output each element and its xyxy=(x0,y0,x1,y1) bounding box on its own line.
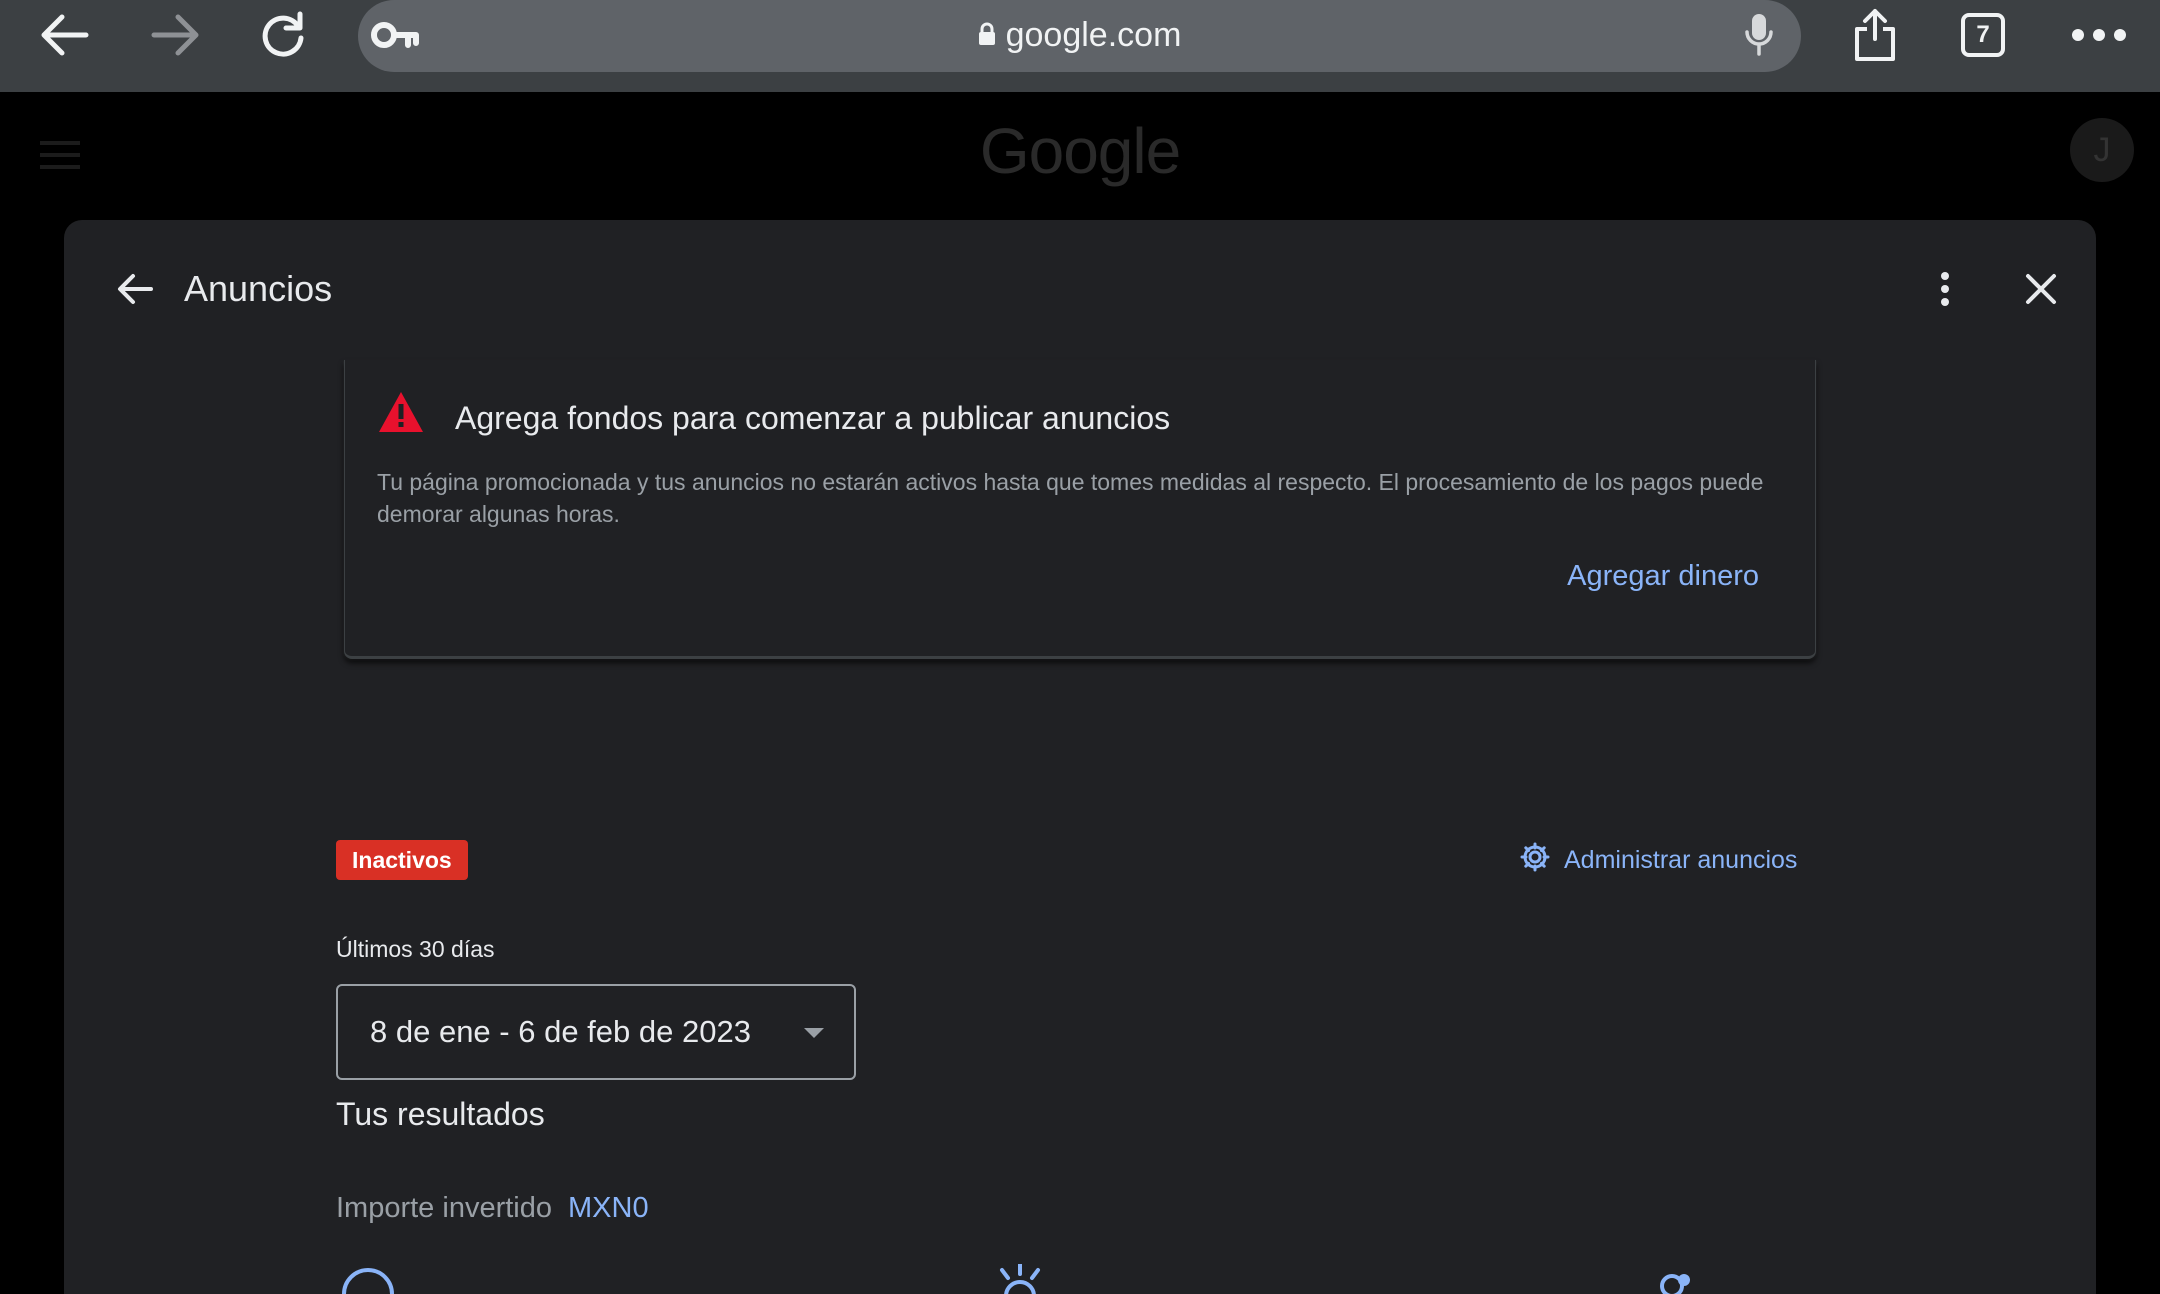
google-logo: Google xyxy=(979,115,1181,187)
dialog-title: Anuncios xyxy=(184,268,333,309)
spend-value: MXN0 xyxy=(568,1192,649,1224)
manage-ads-label: Administrar anuncios xyxy=(1564,845,1798,874)
share-icon[interactable] xyxy=(1840,0,1910,70)
spend-label: Importe invertido xyxy=(336,1192,552,1224)
address-bar[interactable]: google.com xyxy=(358,0,1801,72)
manage-ads-button[interactable]: Administrar anuncios xyxy=(1520,840,1797,880)
alert-title: Agrega fondos para comenzar a publicar a… xyxy=(455,400,1171,436)
add-funds-alert-card: Agrega fondos para comenzar a publicar a… xyxy=(344,360,1816,659)
microphone-icon[interactable] xyxy=(1744,12,1774,63)
dialog-close-button[interactable] xyxy=(2006,254,2076,324)
reload-icon[interactable] xyxy=(248,0,318,70)
results-heading: Tus resultados xyxy=(336,1096,545,1132)
date-range-select[interactable]: 8 de ene - 6 de feb de 2023 xyxy=(336,984,856,1080)
lock-icon xyxy=(978,16,996,55)
period-label: Últimos 30 días xyxy=(336,936,495,962)
avatar: J xyxy=(2070,118,2134,182)
alert-body: Tu página promocionada y tus anuncios no… xyxy=(377,469,1764,527)
browser-toolbar: google.com 7 xyxy=(0,0,2160,92)
spend-row: Importe invertido MXN0 xyxy=(336,1192,649,1225)
metric-clock-icon xyxy=(340,1264,396,1294)
metric-spark-icon xyxy=(992,1262,1048,1294)
back-arrow-icon[interactable] xyxy=(30,0,100,70)
metric-people-icon xyxy=(1644,1264,1700,1294)
back-arrow-icon xyxy=(118,274,153,304)
vertical-dots-icon xyxy=(1941,272,1949,306)
date-range-value: 8 de ene - 6 de feb de 2023 xyxy=(370,1014,751,1049)
dialog-more-button[interactable] xyxy=(1910,254,1980,324)
url-text: google.com xyxy=(1005,15,1182,54)
gear-icon xyxy=(1520,842,1550,879)
forward-arrow-icon[interactable] xyxy=(140,0,210,70)
dropdown-caret-icon xyxy=(804,1028,824,1038)
status-badge: Inactivos xyxy=(336,840,468,880)
warning-icon xyxy=(377,390,425,439)
close-icon xyxy=(2026,274,2056,304)
add-money-button[interactable]: Agregar dinero xyxy=(1567,546,1759,606)
background-page-header: Google J xyxy=(0,92,2160,220)
ads-dialog: Anuncios Agrega fondos para comenzar a p… xyxy=(64,220,2096,1294)
more-options-icon[interactable] xyxy=(2064,0,2134,70)
tab-switcher-button[interactable]: 7 xyxy=(1961,13,2005,57)
dialog-back-button[interactable] xyxy=(100,254,170,324)
url-display[interactable]: google.com xyxy=(358,0,1801,70)
